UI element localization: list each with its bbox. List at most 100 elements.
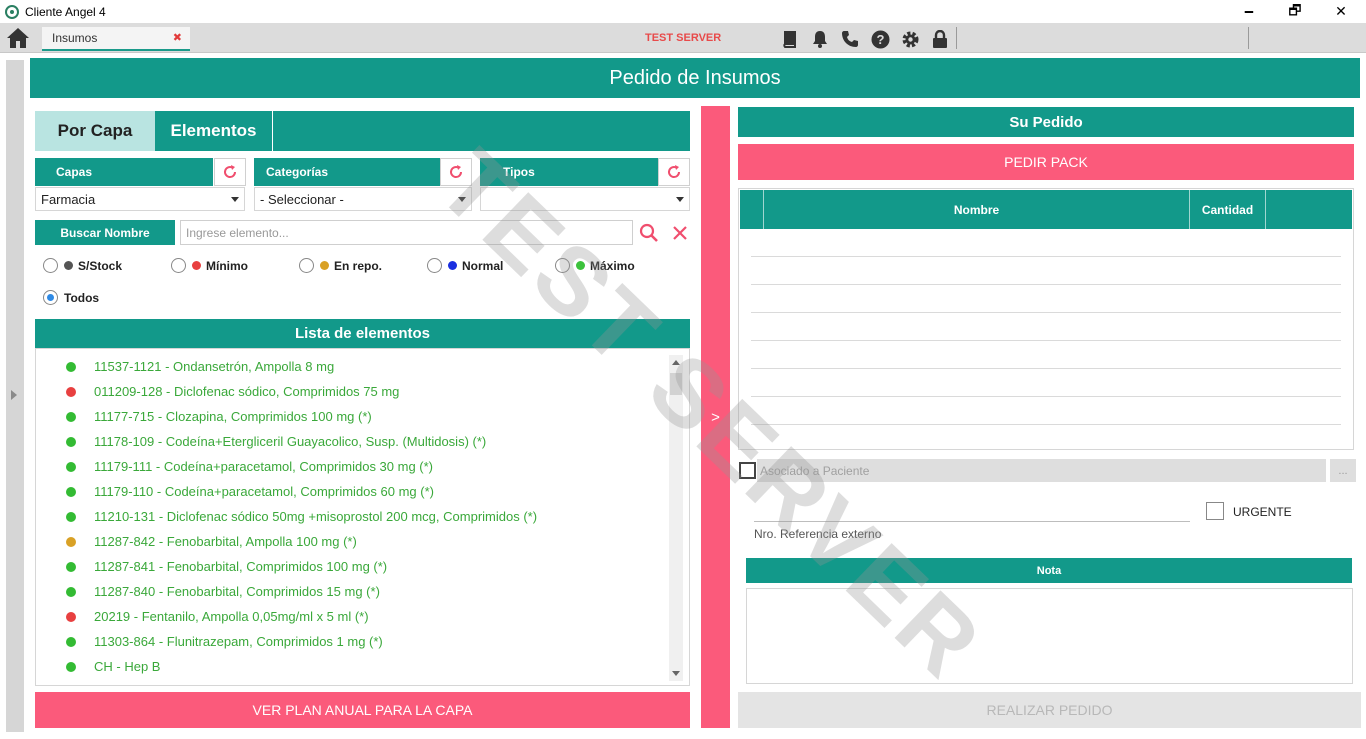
sidebar-toggle[interactable] [6, 60, 24, 732]
clear-search-icon[interactable] [670, 223, 690, 243]
status-dot [66, 661, 76, 672]
list-item-text: 11178-109 - Codeína+Etergliceril Guayaco… [94, 434, 487, 449]
radio-en-repo[interactable]: En repo. [299, 258, 382, 273]
list-item-text: 11177-715 - Clozapina, Comprimidos 100 m… [94, 409, 372, 424]
tab-elementos[interactable]: Elementos [155, 111, 273, 151]
list-item[interactable]: 11537-1121 - Ondansetrón, Ampolla 8 mg [36, 354, 666, 379]
radio-maximo[interactable]: Máximo [555, 258, 635, 273]
paciente-browse-button[interactable]: ... [1330, 459, 1356, 482]
capas-select-value: Farmacia [41, 191, 96, 207]
table-row [751, 256, 1341, 257]
list-item[interactable]: 11179-110 - Codeína+paracetamol, Comprim… [36, 479, 666, 504]
list-item[interactable]: 11303-864 - Flunitrazepam, Comprimidos 1… [36, 629, 666, 654]
radio-sin-stock[interactable]: S/Stock [43, 258, 122, 273]
radio-circle [171, 258, 186, 273]
radio-todos[interactable]: Todos [43, 290, 99, 305]
urgente-checkbox[interactable] [1206, 502, 1224, 520]
table-row [751, 340, 1341, 341]
phone-icon[interactable] [840, 29, 860, 49]
list-item[interactable]: CH - Hep B [36, 654, 666, 679]
expand-arrow-icon [11, 390, 17, 400]
list-item[interactable]: 11287-840 - Fenobarbital, Comprimidos 15… [36, 579, 666, 604]
status-dot [66, 536, 76, 547]
table-row [751, 424, 1341, 425]
list-item-text: 11287-842 - Fenobarbital, Ampolla 100 mg… [94, 534, 357, 549]
list-item[interactable]: 11287-842 - Fenobarbital, Ampolla 100 mg… [36, 529, 666, 554]
list-item[interactable]: 11210-131 - Diclofenac sódico 50mg +miso… [36, 504, 666, 529]
refresh-icon [668, 165, 681, 178]
table-row [751, 312, 1341, 313]
scroll-down-icon[interactable] [672, 671, 680, 676]
status-dot [66, 486, 76, 497]
capas-refresh-button[interactable] [214, 158, 246, 186]
lock-icon[interactable] [930, 29, 950, 49]
lista-elementos-title: Lista de elementos [35, 319, 690, 348]
realizar-pedido-button[interactable]: REALIZAR PEDIDO [738, 692, 1361, 728]
list-item[interactable]: 11177-715 - Clozapina, Comprimidos 100 m… [36, 404, 666, 429]
tipos-refresh-button[interactable] [658, 158, 690, 186]
radio-circle [555, 258, 570, 273]
list-item-text: 11179-110 - Codeína+paracetamol, Comprim… [94, 484, 434, 499]
referencia-externo-input[interactable] [754, 521, 1190, 522]
tipos-select[interactable] [480, 187, 690, 211]
list-item-text: 11287-840 - Fenobarbital, Comprimidos 15… [94, 584, 380, 599]
list-item[interactable]: 20219 - Fentanilo, Ampolla 0,05mg/ml x 5… [36, 604, 666, 629]
column-header-nombre: Nombre [953, 202, 1000, 217]
window-titlebar: Cliente Angel 4 🗕 🗗 ✕ [0, 0, 1366, 23]
maximize-button[interactable]: 🗗 [1272, 0, 1318, 23]
nota-title: Nota [746, 558, 1352, 583]
list-item[interactable]: 11287-841 - Fenobarbital, Comprimidos 10… [36, 554, 666, 579]
radio-normal[interactable]: Normal [427, 258, 503, 273]
list-item[interactable]: 11179-111 - Codeína+paracetamol, Comprim… [36, 454, 666, 479]
bell-icon[interactable] [810, 29, 830, 49]
categorias-refresh-button[interactable] [440, 158, 472, 186]
asociado-paciente-label: Asociado a Paciente [760, 464, 870, 478]
list-item[interactable]: 011209-128 - Diclofenac sódico, Comprimi… [36, 379, 666, 404]
categorias-select[interactable]: - Seleccionar - [254, 187, 472, 211]
capas-label: Capas [35, 158, 213, 186]
status-dot [66, 636, 76, 647]
list-item[interactable]: 11178-109 - Codeína+Etergliceril Guayaco… [36, 429, 666, 454]
chevron-down-icon [676, 197, 684, 202]
app-toolbar: Insumos ✖ TEST SERVER ? [0, 23, 1366, 53]
search-input[interactable] [180, 220, 633, 245]
toolbar-divider [1248, 27, 1249, 49]
refresh-icon [224, 165, 237, 178]
radio-circle [427, 258, 442, 273]
status-dot [64, 261, 73, 270]
order-table: Nombre Cantidad [738, 188, 1354, 450]
list-scrollbar[interactable] [669, 355, 683, 681]
list-item-text: 011209-128 - Diclofenac sódico, Comprimi… [94, 384, 400, 399]
close-window-button[interactable]: ✕ [1318, 0, 1364, 23]
nota-textarea[interactable] [746, 588, 1353, 684]
ver-plan-anual-button[interactable]: VER PLAN ANUAL PARA LA CAPA [35, 692, 690, 728]
minimize-button[interactable]: 🗕 [1226, 0, 1272, 23]
search-icon[interactable] [639, 223, 659, 243]
urgente-label: URGENTE [1233, 505, 1292, 519]
status-dot [576, 261, 585, 270]
book-icon[interactable] [779, 29, 799, 49]
status-dot [192, 261, 201, 270]
radio-minimo[interactable]: Mínimo [171, 258, 248, 273]
radio-label: S/Stock [78, 258, 123, 273]
tab-close-icon[interactable]: ✖ [173, 31, 182, 44]
scroll-thumb[interactable] [670, 373, 682, 395]
capas-select[interactable]: Farmacia [35, 187, 245, 211]
app-logo-icon [5, 4, 19, 19]
add-to-order-button[interactable]: > [701, 106, 730, 728]
scroll-up-icon[interactable] [672, 360, 680, 365]
order-table-header: Nombre Cantidad [740, 190, 1352, 229]
column-divider [1265, 190, 1266, 229]
radio-label: Mínimo [206, 258, 248, 273]
tab-por-capa[interactable]: Por Capa [35, 111, 155, 151]
tab-insumos-label: Insumos [52, 31, 98, 45]
chevron-down-icon [231, 197, 239, 202]
pedir-pack-button[interactable]: PEDIR PACK [738, 144, 1354, 180]
categorias-select-value: - Seleccionar - [260, 191, 344, 207]
tab-insumos[interactable]: Insumos ✖ [42, 27, 190, 51]
gear-icon[interactable] [900, 29, 920, 49]
home-icon[interactable] [6, 27, 30, 49]
asociado-paciente-checkbox[interactable] [739, 462, 756, 479]
radio-label: Todos [64, 290, 100, 305]
help-icon[interactable]: ? [870, 29, 890, 49]
